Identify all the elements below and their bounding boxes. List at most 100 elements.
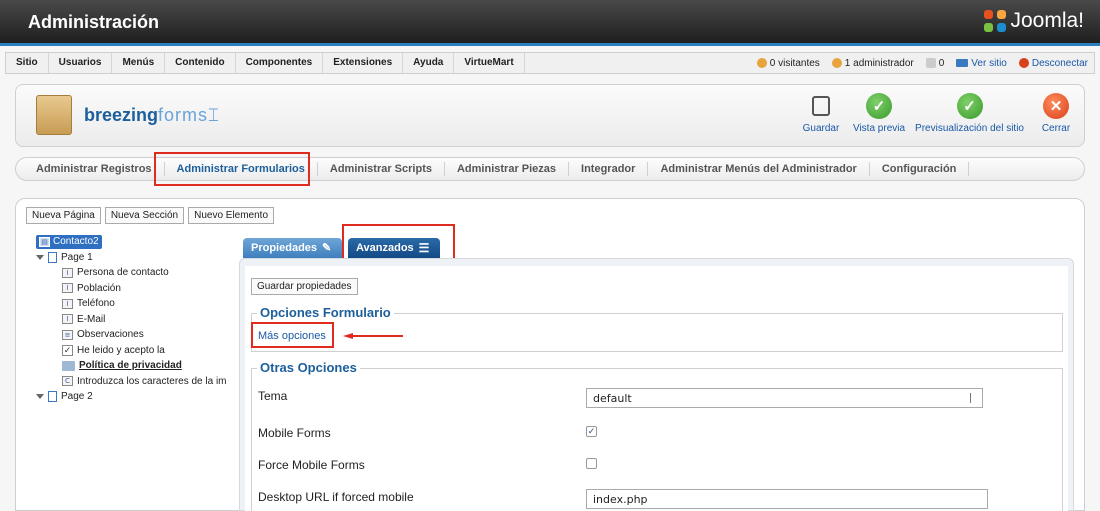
site-preview-button[interactable]: ✓ Previsualización del sitio [915,93,1024,134]
save-button[interactable]: Guardar [799,93,843,134]
form-icon: ▤ [39,236,50,247]
tab-scripts[interactable]: Administrar Scripts [318,162,445,176]
tree-item-label: E-Mail [77,313,106,325]
page-icon [48,251,57,263]
menu-item-sitio[interactable]: Sitio [6,53,49,73]
menu-item-virtuemart[interactable]: VirtueMart [454,53,525,73]
tree-root-label: Contacto2 [53,236,99,248]
tree-item-label: Población [77,282,121,294]
force-mobile-label: Force Mobile Forms [258,458,365,472]
new-page-button[interactable]: Nueva Página [26,207,101,224]
theme-label: Tema [258,389,288,403]
preview-label: Vista previa [852,123,906,134]
expand-icon [36,254,44,260]
edit-icon: ✎ [322,242,332,254]
captcha-icon: C [62,376,73,387]
new-element-button[interactable]: Nuevo Elemento [188,207,275,224]
toolbar-actions: Guardar ✓ Vista previa ✓ Previsualización … [799,93,1078,134]
logout-link[interactable]: Desconectar [1018,57,1088,69]
menu-item-contenido[interactable]: Contenido [165,53,236,73]
logout-icon [1018,58,1029,68]
tree-item[interactable]: I Teléfono [36,296,236,312]
force-mobile-checkbox[interactable] [586,458,597,469]
mobile-forms-checkbox[interactable]: ✓ [586,426,597,437]
joomla-logo: Joomla! [984,9,1084,33]
mail-icon [925,58,936,68]
users-icon [756,58,767,68]
tree-page-1-label: Page 1 [61,251,93,263]
admins-status: 1 administrador [831,58,914,69]
check-icon: ✓ [866,93,892,119]
theme-select[interactable]: default [586,388,983,408]
tree-item-label: Teléfono [77,298,115,310]
tree-item[interactable]: ✓ He leido y acepto la [36,343,236,359]
brand-name: breezingforms⌶ [84,105,220,126]
view-site-link[interactable]: Ver sitio [956,58,1007,69]
view-site-label: Ver sitio [971,57,1007,69]
folder-icon [62,360,75,371]
visitors-status: 0 visitantes [756,58,820,69]
tree-page-1[interactable]: Page 1 [36,250,236,266]
menu-item-ayuda[interactable]: Ayuda [403,53,455,73]
messages-status[interactable]: 0 [925,57,945,69]
tab-menus-admin[interactable]: Administrar Menús del Administrador [648,162,870,176]
menu-item-usuarios[interactable]: Usuarios [49,53,113,73]
header-bar: Administración Joomla! [0,0,1100,46]
tree-item[interactable]: I E-Mail [36,312,236,328]
text-field-icon: I [62,298,73,309]
monitor-icon [956,59,969,67]
main-menu: Sitio Usuarios Menús Contenido Component… [5,52,1095,74]
messages-count: 0 [938,57,945,69]
box-icon [36,95,72,135]
mobile-forms-label: Mobile Forms [258,426,331,440]
desktop-url-label: Desktop URL if forced mobile [258,490,414,504]
preview-button[interactable]: ✓ Vista previa [853,93,905,134]
other-options-legend: Otras Opciones [257,360,360,375]
close-icon: ✕ [1043,93,1069,119]
joomla-logo-text: Joomla! [1010,9,1084,32]
site-preview-label: Previsualización del sitio [915,123,1024,134]
tab-registros[interactable]: Administrar Registros [24,162,165,176]
save-properties-button[interactable]: Guardar propiedades [251,278,358,295]
element-actions: Nueva Página Nueva Sección Nuevo Element… [26,207,275,224]
tree-item-label: Persona de contacto [77,267,169,279]
menu-item-extensiones[interactable]: Extensiones [323,53,404,73]
tab-integrador[interactable]: Integrador [569,162,649,176]
save-label: Guardar [802,123,840,134]
desktop-url-input[interactable]: index.php [586,489,988,509]
text-field-icon: I [62,283,73,294]
tab-piezas[interactable]: Administrar Piezas [445,162,570,176]
new-section-button[interactable]: Nueva Sección [104,207,185,224]
textarea-icon: ≡ [62,329,73,340]
toolbar: breezingforms⌶ Guardar ✓ Vista previa ✓ Pr… [15,84,1085,147]
menu-item-menus[interactable]: Menús [112,53,166,73]
tree-item-label: Política de privacidad [79,360,182,372]
tree-item[interactable]: I Persona de contacto [36,265,236,281]
brand-light: forms [158,104,209,125]
tab-configuracion[interactable]: Configuración [870,162,970,176]
tree-item-label: Introduzca los caracteres de la im [77,375,227,387]
menu-item-componentes[interactable]: Componentes [236,53,324,73]
check-icon: ✓ [956,93,983,119]
page-icon [48,391,57,403]
form-tree: ▤ Contacto2 Page 1 I Persona de contacto I… [36,234,236,405]
text-field-icon: I [62,267,73,278]
close-button[interactable]: ✕ Cerrar [1034,93,1078,134]
status-area: 0 visitantes 1 administrador 0 Ver sitio… [756,57,1094,69]
checkbox-icon: ✓ [62,344,73,356]
tab-properties[interactable]: Propiedades ✎ [243,238,342,258]
tree-page-2[interactable]: Page 2 [36,389,236,405]
tree-item[interactable]: C Introduzca los caracteres de la im [36,374,236,390]
tree-item[interactable]: ≡ Observaciones [36,327,236,343]
brand-bold: breezing [84,104,159,125]
tree-item[interactable]: Política de privacidad [36,358,236,374]
expand-icon [36,394,44,400]
close-label: Cerrar [1041,123,1071,134]
text-field-icon: I [62,314,73,325]
admin-icon [831,58,842,68]
tree-item[interactable]: I Población [36,281,236,297]
tab-properties-label: Propiedades [251,242,318,254]
tree-page-2-label: Page 2 [61,391,93,403]
tree-root[interactable]: ▤ Contacto2 [36,234,236,250]
logout-label: Desconectar [1031,57,1088,69]
